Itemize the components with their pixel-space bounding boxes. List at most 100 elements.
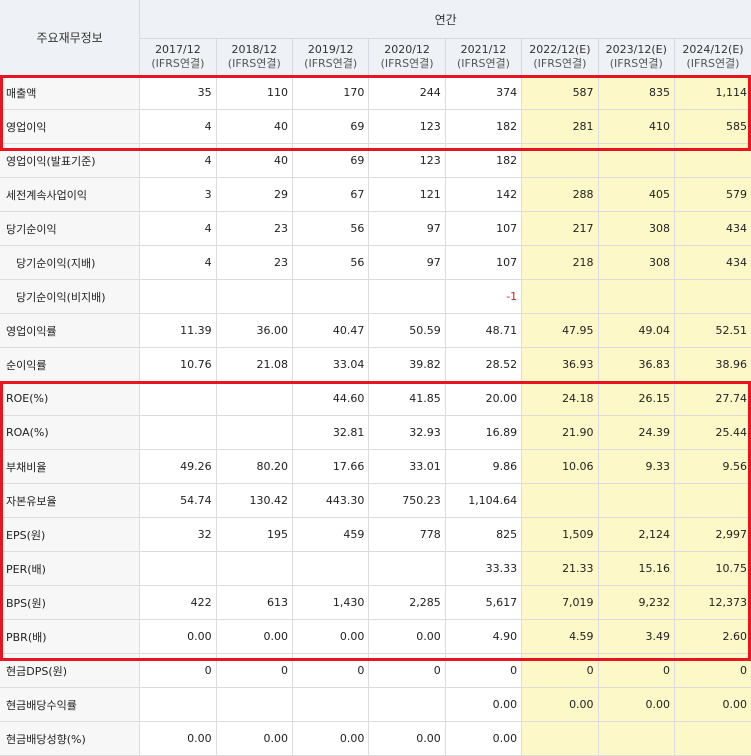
value-cell: 0.00 (597, 687, 675, 722)
value-cell: 2,285 (368, 585, 446, 620)
basis-label: (IFRS연결) (227, 57, 281, 70)
value-cell: 52.51 (673, 313, 751, 348)
value-cell: 32.81 (291, 415, 369, 450)
value-cell: 0.00 (139, 721, 217, 756)
value-cell: 0.00 (444, 721, 522, 756)
value-cell: 35 (139, 75, 217, 110)
value-cell: 16.89 (444, 415, 522, 450)
value-cell: 0.00 (521, 687, 599, 722)
table-body: 매출액 35 110 170 244 374 587 835 1,114 영업이익 4 40 69 123… (0, 75, 751, 756)
basis-label: (IFRS연결) (533, 57, 587, 70)
value-cell: 778 (368, 517, 446, 552)
value-cell: 54.74 (139, 483, 217, 518)
year-label: 2023/12(E) (605, 43, 667, 56)
value-cell: 80.20 (215, 449, 293, 484)
value-cell: 1,509 (521, 517, 599, 552)
value-cell: 38.96 (673, 347, 751, 382)
value-cell: 4 (139, 211, 217, 246)
row-label: 순이익률 (0, 347, 140, 382)
table-row: 영업이익 4 40 69 123 182 281 410 585 (0, 109, 751, 144)
row-label: 현금배당성향(%) (0, 721, 140, 756)
table-row: 세전계속사업이익 3 29 67 121 142 288 405 579 (0, 177, 751, 212)
value-cell: 835 (597, 75, 675, 110)
table-row: 자본유보율 54.74 130.42 443.30 750.23 1,104.64 (0, 483, 751, 518)
value-cell: 0.00 (673, 687, 751, 722)
value-cell: 218 (521, 245, 599, 280)
value-cell (215, 687, 293, 722)
value-cell: 613 (215, 585, 293, 620)
value-cell: 69 (291, 143, 369, 178)
value-cell: 0 (521, 653, 599, 688)
basis-label: (IFRS연결) (686, 57, 740, 70)
value-cell: 3 (139, 177, 217, 212)
value-cell (291, 279, 369, 314)
row-label: 당기순이익(비지배) (0, 279, 140, 314)
value-cell: 49.26 (139, 449, 217, 484)
basis-label: (IFRS연결) (456, 57, 510, 70)
table-row: PBR(배) 0.00 0.00 0.00 0.00 4.90 4.59 3.49 2.60 (0, 619, 751, 654)
value-cell: 5,617 (444, 585, 522, 620)
value-cell: 33.04 (291, 347, 369, 382)
row-label: ROE(%) (0, 381, 140, 416)
value-cell: 587 (521, 75, 599, 110)
value-cell: 69 (291, 109, 369, 144)
table-row: 부채비율 49.26 80.20 17.66 33.01 9.86 10.06 9.33 9.5… (0, 449, 751, 484)
table-row: 영업이익률 11.39 36.00 40.47 50.59 48.71 47.95 49.04… (0, 313, 751, 348)
value-cell: 21.90 (521, 415, 599, 450)
value-cell (139, 687, 217, 722)
value-cell: 29 (215, 177, 293, 212)
value-cell: 9.56 (673, 449, 751, 484)
value-cell: 27.74 (673, 381, 751, 416)
value-cell: 308 (597, 211, 675, 246)
year-label: 2019/12 (307, 43, 354, 56)
row-label: 당기순이익 (0, 211, 140, 246)
value-cell: 2.60 (673, 619, 751, 654)
value-cell: 195 (215, 517, 293, 552)
value-cell: 374 (444, 75, 522, 110)
value-cell (139, 279, 217, 314)
value-cell: 23 (215, 211, 293, 246)
value-cell: 434 (673, 211, 751, 246)
value-cell (368, 279, 446, 314)
value-cell: 20.00 (444, 381, 522, 416)
value-cell: 585 (673, 109, 751, 144)
value-cell: 0.00 (139, 619, 217, 654)
value-cell: 0.00 (368, 721, 446, 756)
row-label: 자본유보율 (0, 483, 140, 518)
value-cell (215, 415, 293, 450)
value-cell: 123 (368, 143, 446, 178)
value-cell (291, 687, 369, 722)
year-label: 2020/12 (384, 43, 430, 56)
value-cell: 0 (444, 653, 522, 688)
value-cell: 123 (368, 109, 446, 144)
value-cell: 0.00 (215, 721, 293, 756)
value-cell: 107 (444, 245, 522, 280)
financial-summary-panel: 주요재무정보 연간 2017/12 (IFRS연결) 2018/12 (IFRS연결)… (0, 0, 751, 756)
row-label: 매출액 (0, 75, 140, 110)
value-cell (215, 381, 293, 416)
value-cell: 9.33 (597, 449, 675, 484)
value-cell (368, 551, 446, 586)
value-cell: 443.30 (291, 483, 369, 518)
value-cell: 33.01 (368, 449, 446, 484)
value-cell: 308 (597, 245, 675, 280)
value-cell: 4.90 (444, 619, 522, 654)
row-label: PBR(배) (0, 619, 140, 654)
value-cell: 50.59 (368, 313, 446, 348)
value-cell: 12,373 (673, 585, 751, 620)
year-label: 2021/12 (460, 43, 507, 56)
value-cell: 40 (215, 143, 293, 178)
value-cell: 36.93 (521, 347, 599, 382)
value-cell: 32 (139, 517, 217, 552)
value-cell: 41.85 (368, 381, 446, 416)
value-cell: 405 (597, 177, 675, 212)
value-cell: 0 (368, 653, 446, 688)
value-cell: 434 (673, 245, 751, 280)
value-cell: 4 (139, 143, 217, 178)
row-label: 현금DPS(원) (0, 653, 140, 688)
value-cell: 9,232 (597, 585, 675, 620)
value-cell (291, 551, 369, 586)
value-cell: 281 (521, 109, 599, 144)
value-cell: 97 (368, 211, 446, 246)
year-header-1: 2018/12 (IFRS연결) (215, 38, 293, 76)
